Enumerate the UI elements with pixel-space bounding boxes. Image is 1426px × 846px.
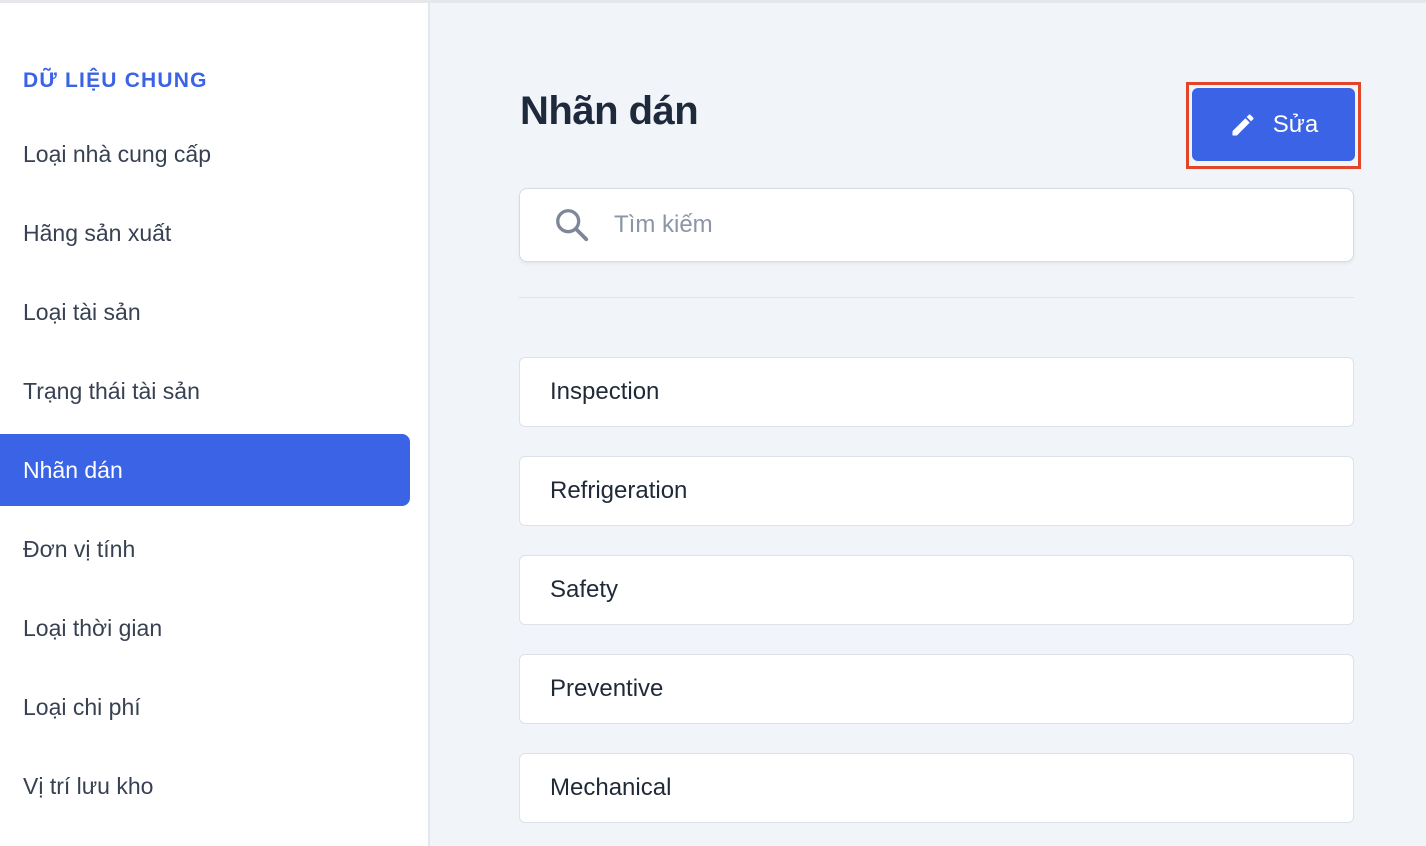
sidebar-item-manufacturers[interactable]: Hãng sản xuất	[0, 197, 410, 269]
sidebar-item-labels[interactable]: Nhãn dán	[0, 434, 410, 506]
sidebar-item-units[interactable]: Đơn vị tính	[0, 513, 410, 585]
sidebar-item-supplier-types[interactable]: Loại nhà cung cấp	[0, 118, 410, 190]
edit-button-label: Sửa	[1272, 110, 1319, 138]
search-input[interactable]	[614, 203, 1314, 247]
sidebar-item-storage-locations[interactable]: Vị trí lưu kho	[0, 750, 410, 822]
search-icon	[556, 209, 589, 242]
label-item-mechanical[interactable]: Mechanical	[519, 753, 1354, 823]
divider	[519, 297, 1354, 298]
page-title: Nhãn dán	[520, 89, 699, 133]
app-window: DỮ LIỆU CHUNG Loại nhà cung cấp Hãng sản…	[0, 0, 1426, 846]
sidebar-item-asset-statuses[interactable]: Trạng thái tài sản	[0, 355, 410, 427]
label-item-inspection[interactable]: Inspection	[519, 357, 1354, 427]
sidebar-nav: Loại nhà cung cấp Hãng sản xuất Loại tài…	[0, 118, 410, 829]
label-item-preventive[interactable]: Preventive	[519, 654, 1354, 724]
edit-button[interactable]: Sửa	[1192, 88, 1355, 161]
sidebar-item-asset-types[interactable]: Loại tài sản	[0, 276, 410, 348]
sidebar-item-time-types[interactable]: Loại thời gian	[0, 592, 410, 664]
search-box[interactable]	[519, 188, 1354, 262]
main-content: Nhãn dán Sửa Inspection Refrigeration Sa…	[432, 3, 1426, 846]
sidebar-heading: DỮ LIỆU CHUNG	[23, 69, 208, 92]
pencil-icon	[1232, 113, 1254, 135]
label-item-refrigeration[interactable]: Refrigeration	[519, 456, 1354, 526]
sidebar: DỮ LIỆU CHUNG Loại nhà cung cấp Hãng sản…	[0, 3, 430, 846]
sidebar-item-cost-types[interactable]: Loại chi phí	[0, 671, 410, 743]
label-item-safety[interactable]: Safety	[519, 555, 1354, 625]
label-list: Inspection Refrigeration Safety Preventi…	[519, 357, 1354, 846]
